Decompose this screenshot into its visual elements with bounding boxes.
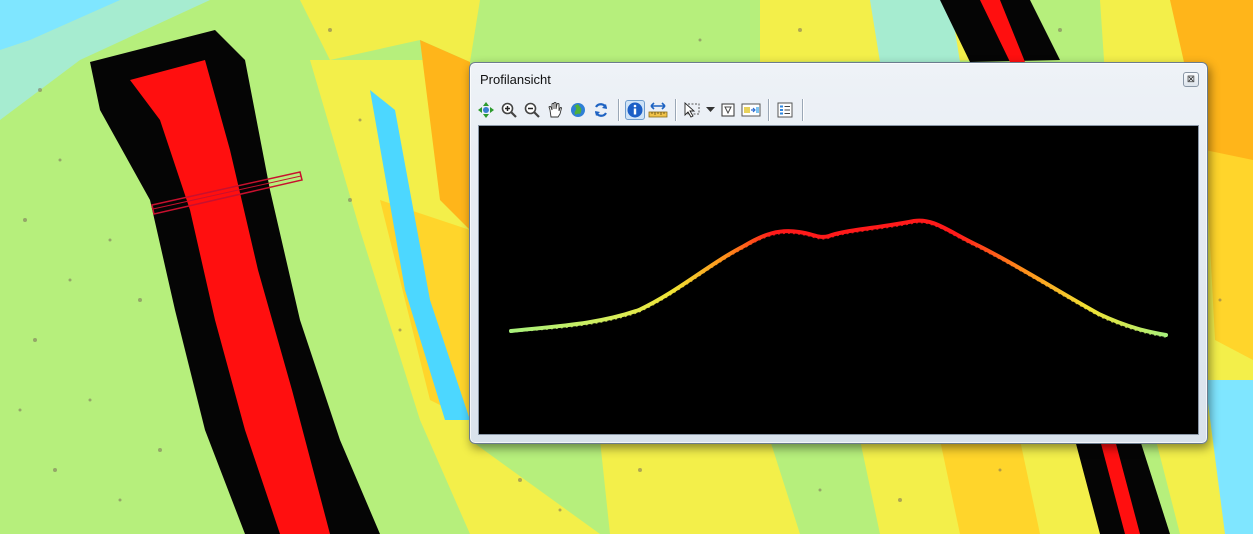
pan-icon[interactable]	[476, 100, 496, 120]
profile-window[interactable]: Profilansicht ⊠	[469, 62, 1208, 444]
dropdown-arrow-icon[interactable]	[705, 100, 715, 120]
toolbar-separator	[675, 99, 676, 121]
polygon-icon[interactable]	[718, 100, 738, 120]
profile-curve-plot[interactable]	[479, 126, 1198, 434]
export-icon[interactable]	[741, 100, 761, 120]
globe-icon[interactable]	[568, 100, 588, 120]
toolbar	[476, 96, 1201, 124]
info-icon[interactable]	[625, 100, 645, 120]
toolbar-separator	[802, 99, 803, 121]
window-title: Profilansicht	[480, 72, 551, 87]
hand-icon[interactable]	[545, 100, 565, 120]
toolbar-separator	[618, 99, 619, 121]
refresh-icon[interactable]	[591, 100, 611, 120]
zoom-out-icon[interactable]	[522, 100, 542, 120]
toolbar-separator	[768, 99, 769, 121]
title-bar[interactable]: Profilansicht ⊠	[470, 63, 1207, 93]
profile-curve	[509, 218, 1168, 337]
close-button[interactable]: ⊠	[1183, 72, 1199, 87]
zoom-in-icon[interactable]	[499, 100, 519, 120]
select-arrow-icon[interactable]	[682, 100, 702, 120]
legend-icon[interactable]	[775, 100, 795, 120]
measure-icon[interactable]	[648, 100, 668, 120]
profile-plot-area[interactable]	[478, 125, 1199, 435]
